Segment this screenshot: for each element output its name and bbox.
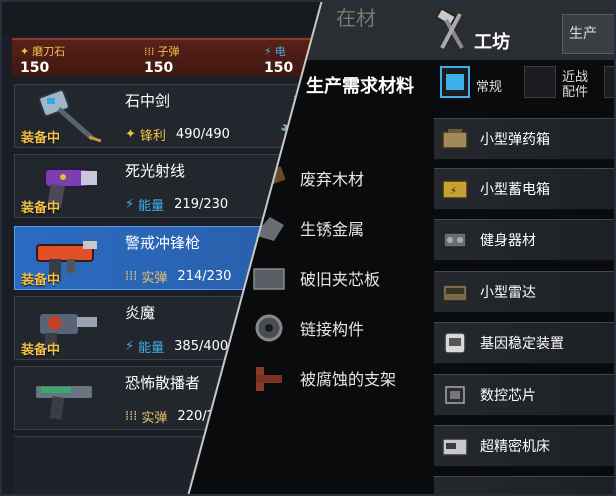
product-item[interactable]: ⚡ 小型蓄电箱 [434, 168, 616, 210]
weapon-name: 警戒冲锋枪 [125, 234, 201, 252]
svg-text:⚡: ⚡ [450, 186, 457, 197]
weapon-name: 石中剑 [125, 92, 171, 110]
resource-whetstone: ✦ 磨刀石 150 [20, 43, 66, 77]
workshop-title: 工坊 [474, 32, 510, 53]
product-name: 健身器材 [480, 233, 536, 249]
requirement-name: 链接构件 [300, 320, 365, 339]
product-item[interactable]: 小型弹药箱 [434, 118, 616, 160]
battery-icon: ⚡ [125, 339, 135, 354]
requirement-item: 被腐蚀的支架 [250, 358, 396, 398]
ammo-box-icon [442, 129, 468, 149]
requirement-name: 破旧夹芯板 [300, 270, 381, 289]
equipped-label: 装备中 [21, 131, 61, 146]
tab-general-label: 常规 [476, 80, 503, 95]
requirement-name: 废弃木材 [300, 170, 365, 189]
equipped-label: 装备中 [21, 201, 61, 216]
stat-value: 385/400 [174, 339, 229, 354]
product-name: 小型蓄电箱 [480, 182, 550, 198]
product-name: 基因稳定装置 [480, 336, 564, 352]
panel-header-bg [0, 0, 322, 36]
tab-label: 生产 [569, 26, 597, 42]
resource-bar: ✦ 磨刀石 150 ⁞⁞⁞ 子弹 150 ⚡ 电 150 [12, 38, 312, 76]
gear-icon [255, 314, 283, 342]
tab-more[interactable] [604, 66, 616, 98]
weapon-stat: ✦ 锋利 490/490 [125, 125, 230, 144]
product-name: 数控芯片 [480, 388, 536, 404]
stat-value: 490/490 [175, 127, 230, 142]
requirement-name: 被腐蚀的支架 [300, 370, 397, 389]
weapon-stat: ⁞⁞⁞ 实弹 214/230 [125, 267, 231, 286]
weapon-card-sword[interactable]: 装备中 石中剑 科 ✦ 锋利 490/490 🔧 [14, 84, 314, 148]
cnc-chip-icon [445, 386, 465, 404]
requirement-item: 生锈金属 [250, 208, 364, 248]
resource-value: 150 [20, 60, 50, 76]
stat-value: 219/230 [174, 197, 229, 212]
tab-general[interactable] [440, 66, 470, 98]
gene-stabilizer-icon [444, 332, 466, 354]
product-item[interactable]: 超精密机床 [434, 425, 616, 467]
radar-icon [442, 284, 468, 302]
precision-lathe-icon [442, 438, 468, 456]
battery-icon: ⚡ [264, 44, 272, 58]
rusty-bracket-icon [256, 367, 282, 391]
tab-general-indicator [446, 74, 464, 90]
requirement-item: 破旧夹芯板 [250, 258, 380, 298]
resource-value: 150 [144, 60, 174, 76]
resource-energy: ⚡ 电 150 [264, 43, 294, 77]
hammer-wrench-icon [435, 8, 464, 49]
weapon-stat: ⁞⁞⁞ 实弹 220/2 [125, 407, 215, 426]
requirement-item: 链接构件 [250, 308, 364, 348]
requirement-name: 生锈金属 [300, 220, 365, 239]
weapon-stat: ⚡ 能量 385/400 [125, 337, 228, 356]
resource-value: 150 [264, 60, 294, 76]
resource-bullets: ⁞⁞⁞ 子弹 150 [144, 43, 180, 77]
product-item[interactable]: 数控芯片 [434, 374, 616, 416]
product-name: 小型弹药箱 [480, 132, 550, 148]
stat-label: 实弹 [141, 271, 168, 286]
tab-melee-label: 近战配件 [562, 70, 589, 100]
product-name: 小型雷达 [480, 285, 536, 301]
tab-melee-accessory[interactable] [524, 66, 556, 98]
equipped-label: 装备中 [21, 273, 61, 288]
resource-label: 电 [274, 45, 286, 58]
fitness-equipment-icon [443, 232, 467, 248]
bullet-icon: ⁞⁞⁞ [125, 269, 138, 284]
battery-icon: ⚡ [125, 197, 135, 212]
resource-label: 子弹 [157, 45, 180, 58]
stat-label: 实弹 [141, 411, 168, 426]
resource-label: 磨刀石 [32, 45, 66, 58]
battery-box-icon: ⚡ [442, 180, 468, 199]
product-item[interactable]: 健身器材 [434, 219, 616, 261]
stat-label: 能量 [138, 341, 165, 356]
stat-label: 锋利 [139, 129, 166, 144]
material-title-cut: 在材 [336, 6, 376, 30]
sandwich-panel-icon [253, 268, 285, 290]
weapon-name: 恐怖散播者 [125, 374, 201, 392]
stat-value: 214/230 [177, 269, 232, 284]
product-name: 超精密机床 [480, 439, 550, 455]
equipped-label: 装备中 [21, 343, 61, 358]
product-item[interactable]: 基因稳定装置 [434, 322, 616, 364]
pistol-icon [34, 384, 94, 420]
stat-label: 能量 [138, 199, 165, 214]
weapon-name: 炎魔 [125, 304, 156, 322]
whetstone-icon: ✦ [20, 44, 30, 58]
sharpness-icon: ✦ [125, 127, 136, 142]
product-item-partial [434, 476, 616, 496]
tab-production[interactable]: 生产 [562, 14, 616, 54]
product-item[interactable]: 小型雷达 [434, 271, 616, 313]
bullet-icon: ⁞⁞⁞ [144, 44, 155, 58]
requirements-title: 生产需求材料 [306, 76, 414, 97]
weapon-stat: ⚡ 能量 219/230 [125, 195, 228, 214]
bullet-icon: ⁞⁞⁞ [125, 409, 138, 424]
weapon-name: 死光射线 [125, 162, 186, 180]
